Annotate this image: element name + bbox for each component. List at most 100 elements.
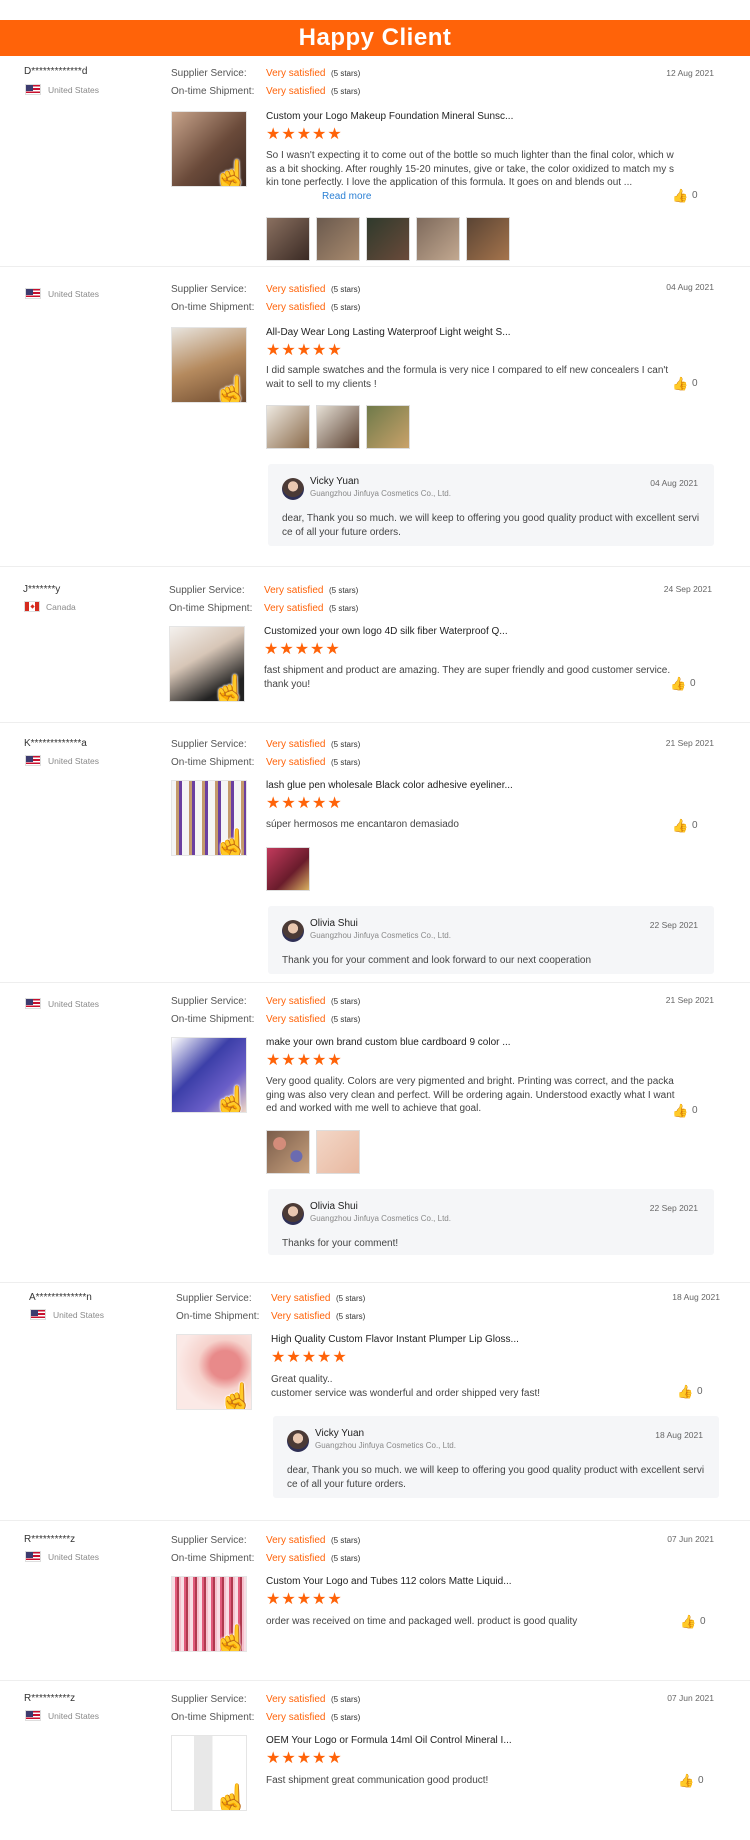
supplier-service-label: Supplier Service: (171, 739, 247, 750)
review-date: 07 Jun 2021 (667, 1534, 714, 1544)
supplier-service-stars: (5 stars) (331, 69, 361, 78)
review-divider (0, 266, 750, 267)
like-button[interactable]: 👍 0 (672, 376, 712, 394)
shipment-stars: (5 stars) (331, 1015, 361, 1024)
review-photo[interactable] (416, 217, 460, 261)
supplier-service-label: Supplier Service: (171, 1535, 247, 1546)
reply-text: Thank you for your comment and look forw… (282, 955, 592, 966)
review-text: súper hermosos me encantaron demasiado (266, 819, 459, 830)
flag-us-icon (25, 1710, 41, 1721)
product-stars: ★★★★★ (266, 795, 343, 812)
product-thumbnail[interactable]: ☝ (171, 1576, 247, 1652)
shipment-value: Very satisfied (266, 86, 326, 97)
like-count: 0 (697, 1386, 703, 1397)
review-date: 12 Aug 2021 (666, 68, 714, 78)
reply-date: 22 Sep 2021 (649, 920, 698, 930)
product-title[interactable]: Customized your own logo 4D silk fiber W… (264, 626, 508, 637)
like-button[interactable]: 👍 0 (672, 818, 712, 836)
shipment-label: On-time Shipment: (171, 757, 255, 768)
shipment-label: On-time Shipment: (171, 1014, 255, 1025)
flag-us-icon (25, 288, 41, 299)
review-photo[interactable] (316, 405, 360, 449)
product-stars: ★★★★★ (266, 342, 343, 359)
pointer-hand-icon: ☝ (212, 1086, 247, 1113)
product-stars: ★★★★★ (271, 1349, 348, 1366)
product-thumbnail[interactable]: ☝ (176, 1334, 252, 1410)
supplier-service-label: Supplier Service: (169, 585, 245, 596)
like-button[interactable]: 👍 0 (678, 1773, 718, 1791)
thumbs-up-icon: 👍 (677, 1384, 694, 1399)
reply-author: Vicky Yuan (315, 1428, 365, 1439)
product-title[interactable]: High Quality Custom Flavor Instant Plump… (271, 1334, 519, 1345)
review-photo[interactable] (366, 217, 410, 261)
supplier-service-value: Very satisfied (271, 1293, 331, 1304)
like-button[interactable]: 👍 0 (680, 1614, 720, 1632)
shipment-value: Very satisfied (271, 1311, 331, 1322)
buyer-name: R**********z (24, 1693, 76, 1704)
buyer-country: United States (48, 1552, 100, 1562)
product-title[interactable]: lash glue pen wholesale Black color adhe… (266, 780, 513, 791)
buyer-country: United States (53, 1310, 105, 1320)
review-photo[interactable] (466, 217, 510, 261)
product-thumbnail[interactable]: ☝ (171, 1735, 247, 1811)
review-text: I did sample swatches and the formula is… (266, 365, 669, 390)
like-count: 0 (692, 378, 698, 389)
supplier-service-value: Very satisfied (266, 1694, 326, 1705)
supplier-service-label: Supplier Service: (171, 996, 247, 1007)
product-title[interactable]: OEM Your Logo or Formula 14ml Oil Contro… (266, 1735, 512, 1746)
reply-text: dear, Thank you so much. we will keep to… (287, 1465, 705, 1490)
product-stars: ★★★★★ (266, 1052, 343, 1069)
product-thumbnail[interactable]: ☝ (171, 780, 247, 856)
product-thumbnail[interactable]: ☝ (169, 626, 245, 702)
product-title[interactable]: make your own brand custom blue cardboar… (266, 1037, 511, 1048)
supplier-service-value: Very satisfied (266, 996, 326, 1007)
thumbs-up-icon: 👍 (678, 1773, 695, 1788)
shipment-value: Very satisfied (266, 1553, 326, 1564)
supplier-reply: Vicky Yuan Guangzhou Jinfuya Cosmetics C… (268, 464, 714, 546)
review-photo[interactable] (266, 217, 310, 261)
product-thumbnail[interactable]: ☝ (171, 327, 247, 403)
reply-author: Olivia Shui (310, 1201, 358, 1212)
product-title[interactable]: Custom your Logo Makeup Foundation Miner… (266, 111, 513, 122)
avatar (287, 1430, 309, 1452)
review-text: order was received on time and packaged … (266, 1616, 578, 1627)
reply-company: Guangzhou Jinfuya Cosmetics Co., Ltd. (310, 1214, 451, 1223)
supplier-service-label: Supplier Service: (171, 284, 247, 295)
supplier-service-stars: (5 stars) (331, 997, 361, 1006)
supplier-service-value: Very satisfied (266, 284, 326, 295)
product-title[interactable]: Custom Your Logo and Tubes 112 colors Ma… (266, 1576, 512, 1587)
review-divider (0, 982, 750, 983)
thumbs-up-icon: 👍 (670, 676, 687, 691)
like-button[interactable]: 👍 0 (677, 1384, 717, 1402)
review-photo[interactable] (366, 405, 410, 449)
supplier-service-value: Very satisfied (266, 739, 326, 750)
review-photo[interactable] (316, 1130, 360, 1174)
product-thumbnail[interactable]: ☝ (171, 1037, 247, 1113)
pointer-hand-icon: ☝ (212, 376, 247, 403)
thumbs-up-icon: 👍 (672, 1103, 689, 1118)
shipment-label: On-time Shipment: (171, 1553, 255, 1564)
supplier-service-value: Very satisfied (264, 585, 324, 596)
pointer-hand-icon: ☝ (210, 675, 245, 702)
like-button[interactable]: 👍 0 (672, 1103, 712, 1121)
pointer-hand-icon: ☝ (217, 1383, 252, 1410)
review-date: 04 Aug 2021 (666, 282, 714, 292)
flag-us-icon (30, 1309, 46, 1320)
flag-us-icon (25, 755, 41, 766)
shipment-label: On-time Shipment: (171, 302, 255, 313)
review-photo[interactable] (266, 405, 310, 449)
like-button[interactable]: 👍 0 (670, 676, 710, 694)
review-photo[interactable] (316, 217, 360, 261)
thumbs-up-icon: 👍 (672, 818, 689, 833)
review-photo[interactable] (266, 847, 310, 891)
product-title[interactable]: All-Day Wear Long Lasting Waterproof Lig… (266, 327, 511, 338)
like-count: 0 (692, 1105, 698, 1116)
buyer-country: United States (48, 999, 100, 1009)
like-button[interactable]: 👍 0 (672, 188, 712, 206)
thumbs-up-icon: 👍 (672, 376, 689, 391)
review-divider (0, 1520, 750, 1521)
review-photo[interactable] (266, 1130, 310, 1174)
product-thumbnail[interactable]: ☝ (171, 111, 247, 187)
read-more-link[interactable]: Read more (322, 191, 371, 202)
buyer-name: A*************n (29, 1292, 92, 1303)
